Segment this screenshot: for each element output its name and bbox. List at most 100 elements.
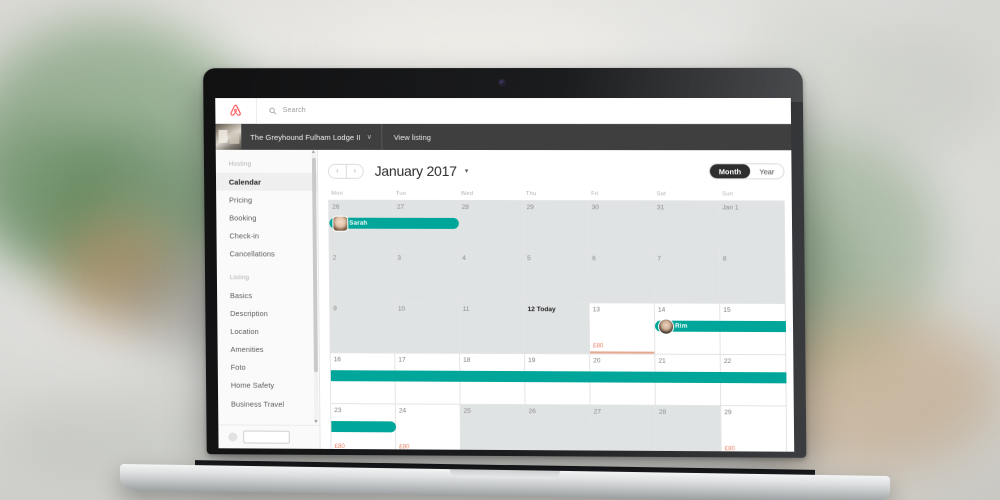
- dow-tue: Tue: [395, 190, 407, 197]
- calendar-panel: ‹ › January 2017 ▾ Month Year Mon Tue Wed T…: [317, 149, 795, 452]
- calendar-day-cell[interactable]: 27: [590, 405, 657, 452]
- sidebar-item-business-travel[interactable]: Business Travel: [218, 395, 319, 414]
- calendar-day-cell[interactable]: 8: [719, 252, 786, 304]
- day-number: 26: [332, 203, 340, 211]
- sidebar-item-pricing[interactable]: Pricing: [216, 191, 317, 209]
- calendar-day-cell[interactable]: 7: [654, 252, 721, 304]
- view-listing-link[interactable]: View listing: [394, 132, 431, 141]
- day-price[interactable]: £80: [725, 445, 735, 451]
- calendar-day-cell[interactable]: 10: [394, 302, 461, 354]
- dow-wed: Wed: [460, 190, 474, 197]
- calendar-day-cell[interactable]: 29 £80: [721, 406, 788, 452]
- prev-month-button[interactable]: ‹: [328, 164, 346, 178]
- toggle-year[interactable]: Year: [750, 164, 783, 178]
- sidebar-item-booking[interactable]: Booking: [216, 209, 317, 227]
- calendar-day-cell[interactable]: 9: [330, 302, 396, 354]
- day-number: 7: [657, 255, 662, 263]
- sidebar-nav: Hosting Calendar Pricing Booking Check-in Can…: [215, 149, 321, 449]
- day-number: Jan 1: [722, 204, 739, 212]
- scroll-up-arrow-icon[interactable]: ▲: [311, 149, 316, 155]
- sidebar-item-description[interactable]: Description: [217, 304, 318, 322]
- day-number: 13: [592, 306, 601, 314]
- calendar-day-cell[interactable]: 2: [329, 251, 395, 303]
- calendar-day-cell[interactable]: 24 £80: [395, 404, 462, 452]
- booking-bar[interactable]: [331, 421, 397, 433]
- day-price[interactable]: £80: [399, 443, 409, 450]
- day-price[interactable]: £80: [593, 342, 603, 349]
- month-picker-caret-icon[interactable]: ▾: [465, 167, 469, 175]
- airbnb-logo-icon[interactable]: [215, 98, 258, 123]
- calendar-grid: 26 27 28 29 30 31 Jan 1 2 3 4 5 6 7 8 9 10 11 12 Today 13 £…: [328, 199, 788, 452]
- day-number: 23: [334, 407, 342, 415]
- dow-sat: Sat: [656, 191, 666, 198]
- vertical-divider: [381, 123, 383, 150]
- sidebar-item-basics[interactable]: Basics: [217, 286, 318, 304]
- listing-thumbnail: [215, 123, 242, 150]
- dow-fri: Fri: [591, 191, 599, 198]
- day-number: 14: [657, 306, 666, 314]
- calendar-day-cell[interactable]: 29: [523, 201, 590, 253]
- day-number: 31: [656, 204, 665, 212]
- day-number: 25: [463, 407, 471, 415]
- calendar-day-cell[interactable]: 31: [653, 201, 720, 253]
- day-number: 11: [462, 305, 470, 313]
- calendar-day-cell[interactable]: 5: [524, 252, 590, 304]
- calendar-day-cell[interactable]: Jan 1: [719, 201, 786, 253]
- day-number: 28: [461, 203, 470, 211]
- sidebar-item-foto[interactable]: Foto: [218, 358, 319, 377]
- sidebar-item-check-in[interactable]: Check-in: [216, 227, 317, 245]
- search-field[interactable]: Search: [257, 102, 306, 120]
- booking-bar[interactable]: Sarah: [329, 215, 459, 232]
- day-number: 8: [722, 255, 727, 263]
- day-number: 6: [592, 255, 596, 263]
- next-month-button[interactable]: ›: [345, 164, 363, 178]
- laptop-mockup: Search The Greyhound Fulham Lodge II ∨ V…: [0, 0, 1000, 500]
- guest-avatar-rim: [657, 318, 675, 335]
- day-number: 28: [658, 408, 667, 416]
- sidebar-item-calendar[interactable]: Calendar: [215, 172, 318, 191]
- sidebar-item-home-safety[interactable]: Home Safety: [218, 377, 319, 396]
- calendar-day-cell[interactable]: 28: [458, 200, 525, 253]
- chevron-down-icon[interactable]: ∨: [367, 133, 372, 141]
- calendar-day-cell[interactable]: 28: [655, 405, 722, 452]
- toggle-month[interactable]: Month: [709, 164, 751, 179]
- calendar-day-cell[interactable]: 4: [459, 251, 525, 304]
- sidebar-item-amenities[interactable]: Amenities: [218, 340, 319, 359]
- laptop-lid: Search The Greyhound Fulham Lodge II ∨ V…: [203, 67, 807, 458]
- day-number: 9: [333, 305, 337, 313]
- search-placeholder: Search: [282, 107, 306, 115]
- day-number: 18: [463, 356, 471, 364]
- month-title: January 2017: [374, 162, 457, 179]
- dow-sun: Sun: [721, 191, 734, 198]
- calendar-day-cell[interactable]: 13 £80: [589, 303, 656, 355]
- laptop-screen: Search The Greyhound Fulham Lodge II ∨ V…: [215, 97, 795, 452]
- calendar-day-cell[interactable]: 6: [589, 252, 655, 304]
- month-nav-buttons: ‹ ›: [327, 163, 364, 179]
- calendar-day-cell[interactable]: 30: [588, 201, 655, 253]
- booking-bar[interactable]: [330, 370, 787, 384]
- calendar-day-cell[interactable]: 11: [459, 302, 526, 355]
- booking-guest-name: Sarah: [349, 219, 368, 227]
- price-rule-line: [590, 351, 655, 354]
- booking-bar[interactable]: Rim: [654, 318, 786, 335]
- footer-action-button[interactable]: [243, 430, 290, 444]
- guest-avatar-sarah: [332, 215, 349, 232]
- calendar-day-cell[interactable]: 26: [525, 405, 592, 452]
- webcam-icon: [499, 80, 505, 86]
- booking-guest-name: Rim: [675, 322, 688, 330]
- day-number: 19: [528, 357, 536, 365]
- day-number: 20: [593, 357, 601, 365]
- calendar-day-cell[interactable]: 25: [460, 404, 526, 452]
- day-price[interactable]: £80: [335, 443, 345, 450]
- day-number: 15: [723, 306, 731, 314]
- day-number: 26: [528, 408, 536, 416]
- day-number: 30: [591, 204, 600, 212]
- day-number: 22: [723, 357, 732, 366]
- sidebar-item-cancellations[interactable]: Cancellations: [217, 245, 318, 263]
- day-number: 3: [397, 254, 402, 262]
- calendar-day-cell[interactable]: 3: [394, 251, 460, 303]
- day-number: 27: [593, 408, 602, 416]
- listing-name[interactable]: The Greyhound Fulham Lodge II: [250, 132, 361, 141]
- calendar-day-cell[interactable]: 12 Today: [524, 303, 591, 355]
- sidebar-item-location[interactable]: Location: [217, 322, 318, 341]
